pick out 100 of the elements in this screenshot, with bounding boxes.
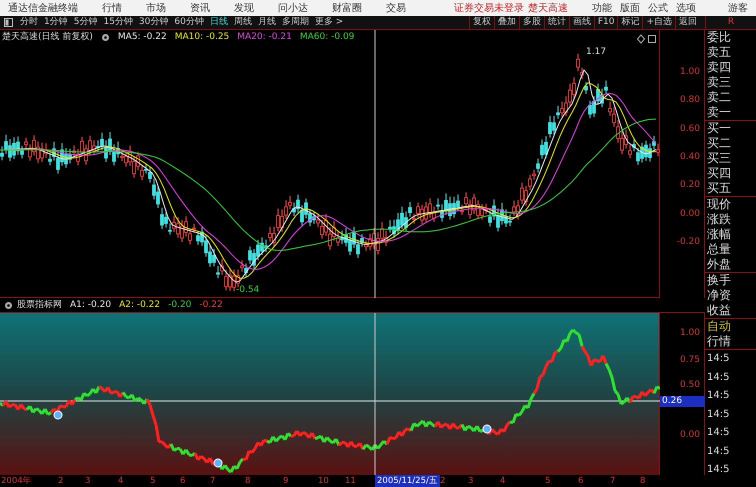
date-label: 11 (345, 475, 356, 487)
auto-label[interactable]: 自动 (705, 318, 756, 334)
user-name[interactable]: 游客 (728, 0, 748, 16)
cursor-date-label: 2005/11/25/五 (375, 475, 440, 487)
quote-label: 行情 (706, 334, 732, 349)
quote-field-label: 涨跌 (706, 212, 732, 227)
toolbar-button[interactable]: +自选 (642, 16, 675, 29)
menu-item[interactable]: 发现 (234, 0, 254, 16)
period-tab[interactable]: 分时 (17, 16, 41, 29)
menu-item[interactable]: 功能 (592, 0, 612, 16)
quote-field-label: 涨幅 (706, 227, 732, 242)
toolbar-button[interactable]: 叠加 (494, 16, 519, 29)
panel-toggle-icon[interactable] (4, 18, 13, 27)
quote-field-label: 委比 (706, 30, 732, 45)
axis-label: 1.00 (680, 67, 700, 77)
toolbar-button[interactable]: 统计 (544, 16, 569, 29)
toolbar-button[interactable]: 画线 (568, 16, 594, 29)
low-price-label: -0.54 (236, 284, 260, 297)
corner-label: R (705, 16, 756, 29)
menu-item[interactable]: 版面 (620, 0, 640, 16)
menu-item[interactable]: 资讯 (190, 0, 210, 16)
period-tab[interactable]: 5分钟 (70, 16, 100, 29)
legend-label: MA20: -0.21 (237, 31, 292, 44)
quote-field-label: 卖三 (706, 75, 732, 90)
date-label: 3 (468, 475, 474, 487)
axis-label: 0.50 (680, 380, 700, 390)
axis-label: -0.20 (676, 236, 700, 247)
quote-field-label: 外盘 (706, 257, 732, 272)
date-label: 9 (283, 475, 288, 487)
menu-item[interactable]: 市场 (146, 0, 166, 16)
trade-time: 14:5 (706, 370, 730, 384)
menu-item[interactable]: 选项 (676, 0, 696, 16)
chart-option-icons (637, 34, 657, 44)
quote-field-label: 总量 (706, 242, 732, 257)
legend-label: A1: -0.20 (70, 298, 112, 312)
trade-time: 14:5 (705, 349, 756, 368)
period-tab[interactable]: 60分钟 (171, 16, 207, 29)
axis-label: 0.20 (680, 180, 700, 190)
toolbar-button[interactable]: 多股 (518, 16, 544, 29)
date-label: 3 (85, 475, 90, 487)
toolbar-button[interactable]: 复权 (468, 16, 494, 29)
period-tab[interactable]: 周线 (230, 16, 255, 29)
quote-field-label: 卖二 (706, 90, 732, 105)
quote-field-label: 收益 (706, 303, 732, 318)
date-label: 8 (640, 475, 646, 487)
date-label: 6 (578, 475, 584, 487)
menu-item[interactable]: 财富圈 (332, 0, 362, 16)
circle-marker-icon (54, 410, 62, 420)
date-label: 10 (318, 475, 329, 487)
date-label: 4 (118, 475, 124, 487)
legend-label: MA5: -0.22 (118, 31, 167, 44)
quote-field-label: 卖四 (706, 60, 732, 75)
date-label: 2 (58, 475, 64, 487)
cursor-value-label: 0.26 (660, 396, 705, 407)
axis-label: 0.00 (680, 430, 700, 440)
date-label: 6 (180, 475, 186, 487)
toolbar-button[interactable]: F10 (594, 16, 618, 29)
high-price-label: 1.17 (586, 46, 606, 59)
legend-label: MA60: -0.09 (300, 31, 354, 44)
axis-label: 0.40 (680, 152, 700, 162)
quote-field-label: 换手 (705, 272, 756, 288)
gear-icon[interactable] (4, 300, 13, 310)
quote-field-label: 买二 (706, 136, 732, 151)
axis-label: 0.60 (680, 124, 700, 134)
quote-field-label: 现价 (705, 196, 756, 212)
date-label: 2 (440, 475, 446, 487)
period-tab[interactable]: 月线 (254, 16, 279, 29)
period-tab[interactable]: 1分钟 (41, 16, 71, 29)
toolbar-button[interactable]: 返回 (675, 16, 700, 29)
quote-field-label: 卖五 (706, 45, 732, 60)
quote-field-label: 买三 (706, 151, 732, 166)
date-label: 7 (610, 475, 616, 487)
app-title: 通达信金融终端 (8, 2, 78, 16)
legend-label: A2: -0.22 (119, 298, 160, 312)
axis-label: 0.80 (680, 95, 700, 106)
period-tab[interactable]: 多周期 (278, 16, 312, 29)
date-label: 7 (210, 475, 216, 487)
gear-icon[interactable] (100, 32, 110, 42)
toolbar-button[interactable]: 标记 (617, 16, 642, 29)
period-tab[interactable]: 30分钟 (136, 16, 172, 29)
menu-item[interactable]: 交易 (386, 0, 406, 16)
date-label: 4 (500, 475, 506, 487)
date-label: 8 (245, 475, 250, 487)
stock-name: 楚天高速 (528, 2, 568, 16)
quote-field-label: 卖一 (706, 105, 732, 120)
indicator-title: 股票指标网 (17, 298, 62, 312)
quote-field-label: 净资 (706, 288, 732, 303)
menu-item[interactable]: 行情 (102, 0, 122, 16)
period-tab[interactable]: 15分钟 (100, 16, 136, 29)
quote-field-label: 买五 (706, 181, 732, 196)
menu-item[interactable]: 问小达 (278, 0, 308, 16)
quote-field-label: 买四 (706, 166, 732, 181)
chart-title: 楚天高速(日线 前复权) (2, 30, 93, 44)
login-notice[interactable]: 证券交易未登录 (454, 0, 524, 16)
date-label: 5 (545, 475, 550, 487)
menu-item[interactable]: 公式 (648, 0, 668, 16)
date-label: 5 (150, 475, 156, 487)
trade-time: 14:5 (706, 444, 730, 458)
period-tab[interactable]: 更多 > (312, 16, 346, 29)
period-tab[interactable]: 日线 (206, 16, 231, 29)
